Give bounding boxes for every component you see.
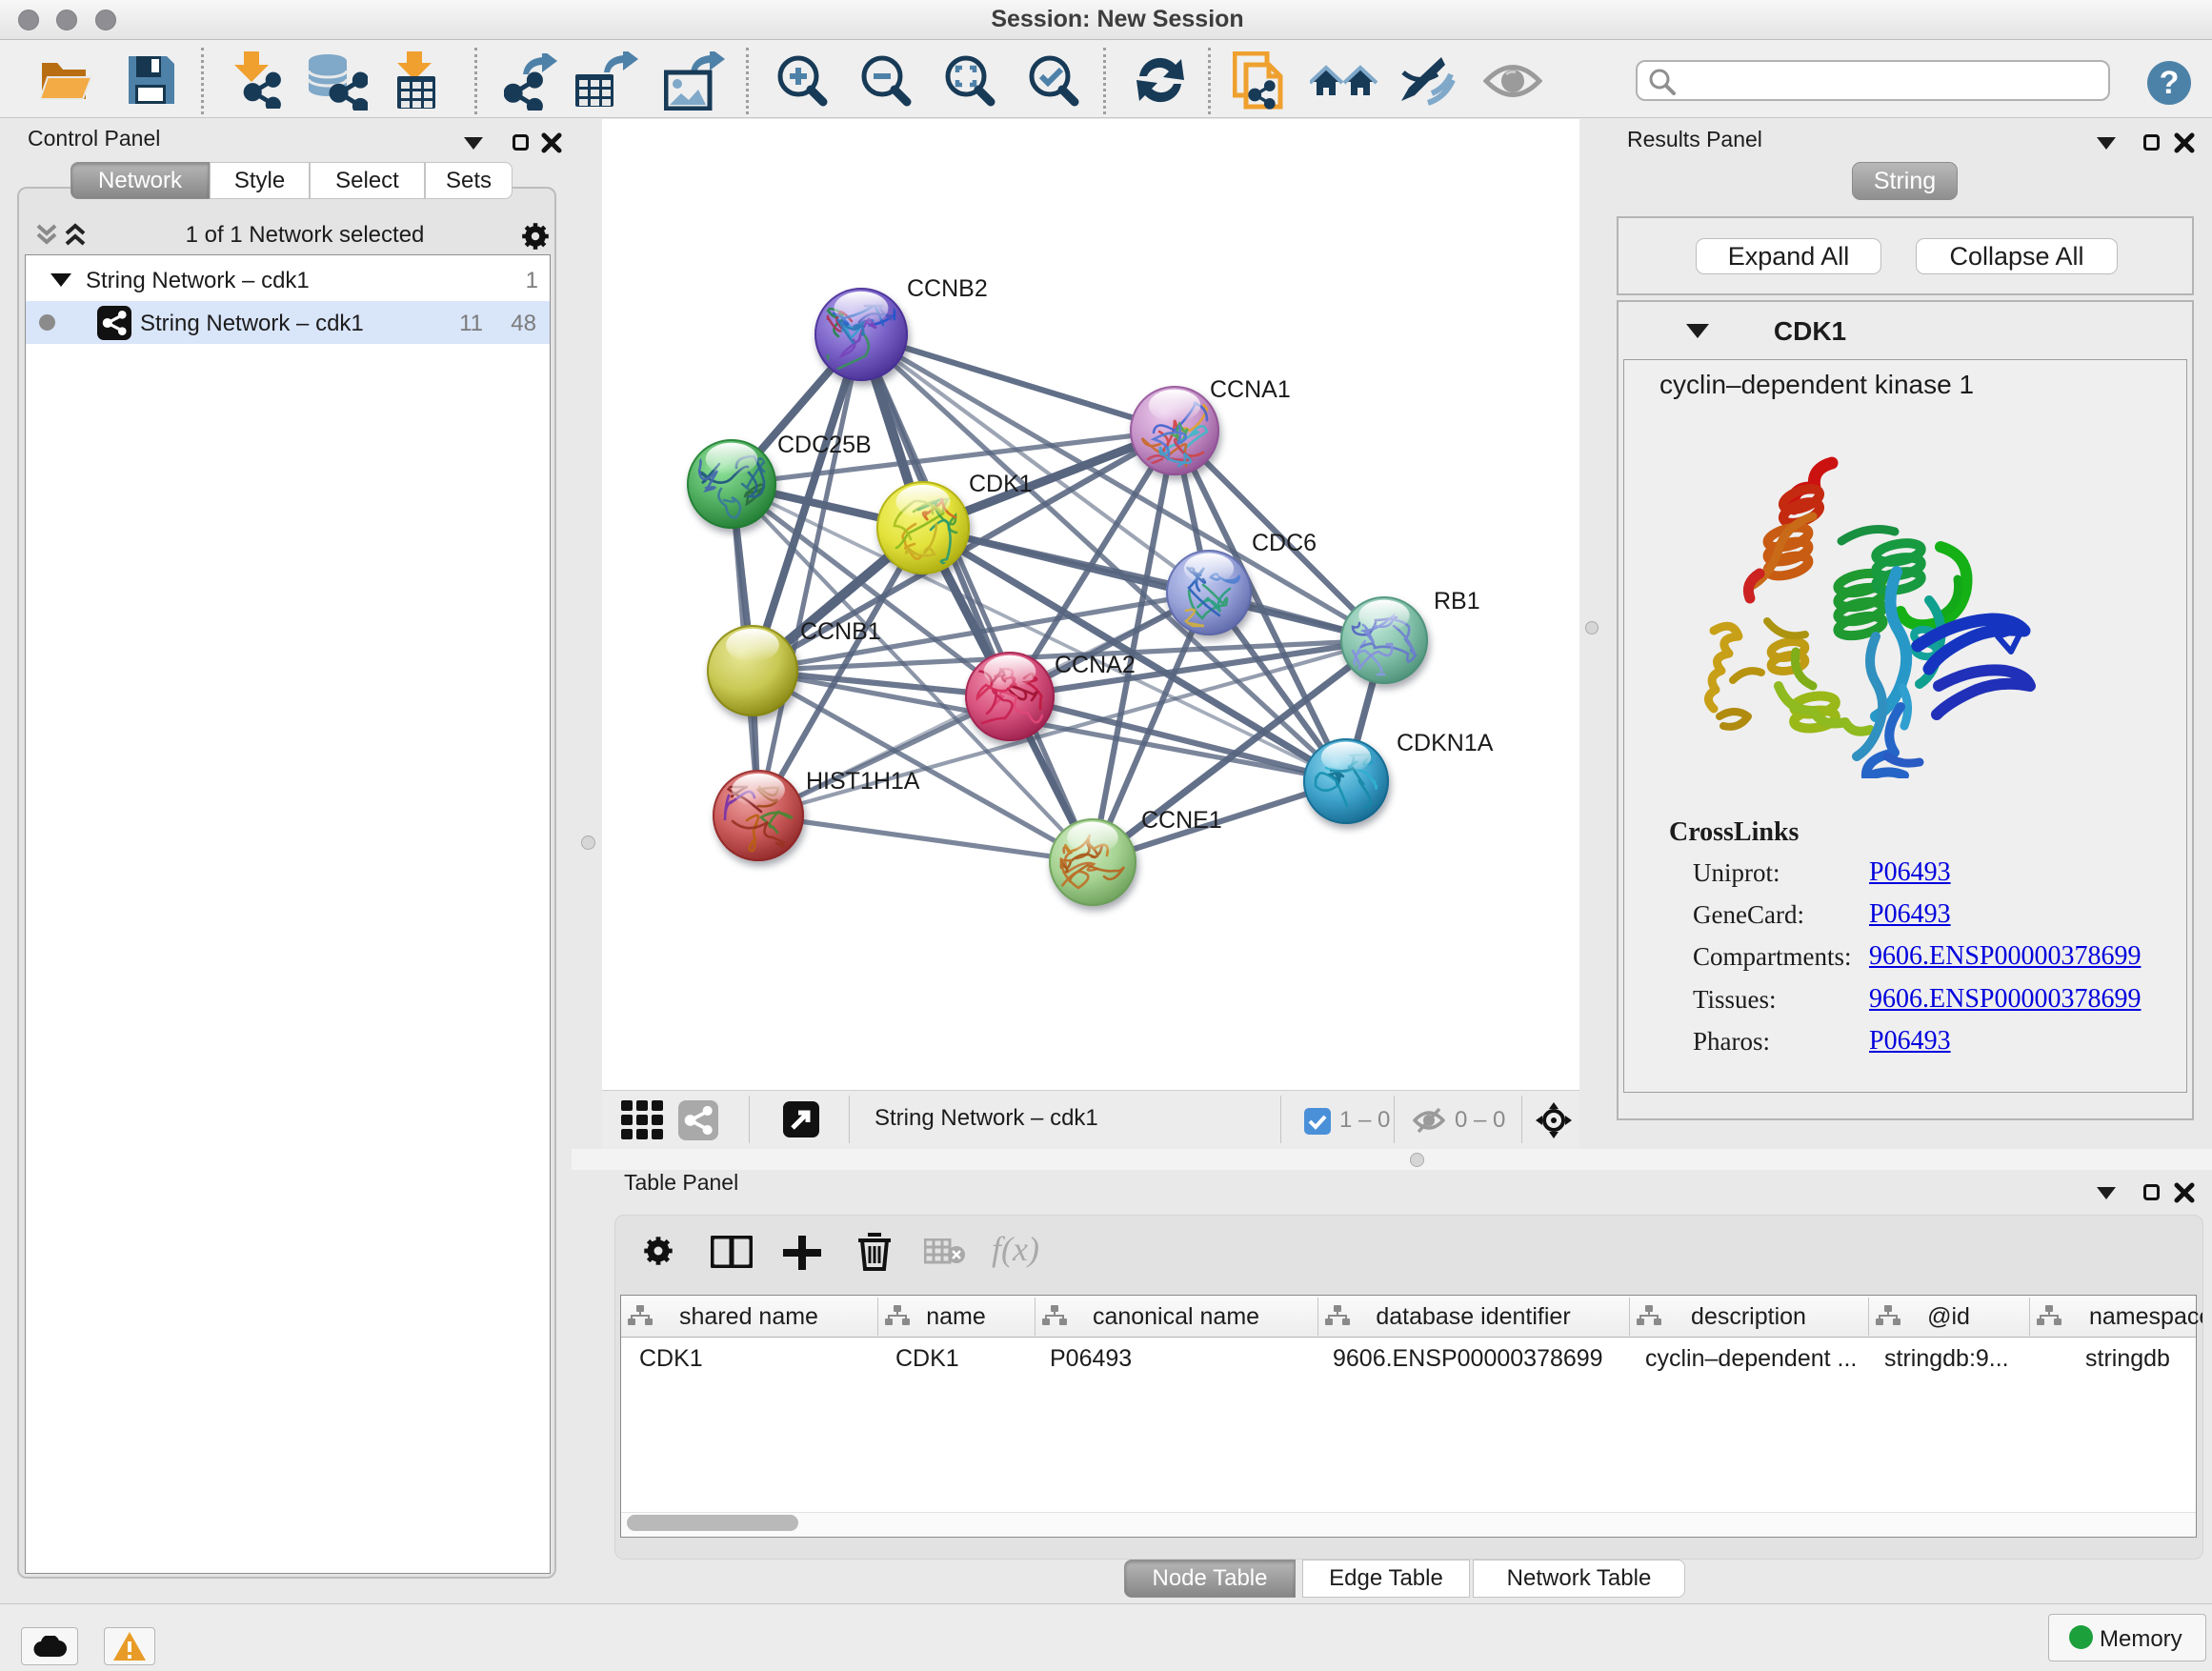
svg-text:RB1: RB1 (1434, 588, 1480, 614)
svg-text:CDC25B: CDC25B (777, 432, 872, 458)
svg-text:HIST1H1A: HIST1H1A (806, 768, 920, 795)
svg-text:CCNB2: CCNB2 (907, 275, 988, 302)
svg-text:CCNA1: CCNA1 (1210, 376, 1291, 403)
svg-text:CCNA2: CCNA2 (1055, 652, 1136, 678)
svg-text:CDKN1A: CDKN1A (1397, 730, 1494, 756)
svg-text:CCNE1: CCNE1 (1141, 807, 1222, 834)
svg-text:CDK1: CDK1 (969, 471, 1033, 497)
svg-text:CCNB1: CCNB1 (800, 618, 881, 645)
svg-text:CDC6: CDC6 (1252, 530, 1317, 556)
